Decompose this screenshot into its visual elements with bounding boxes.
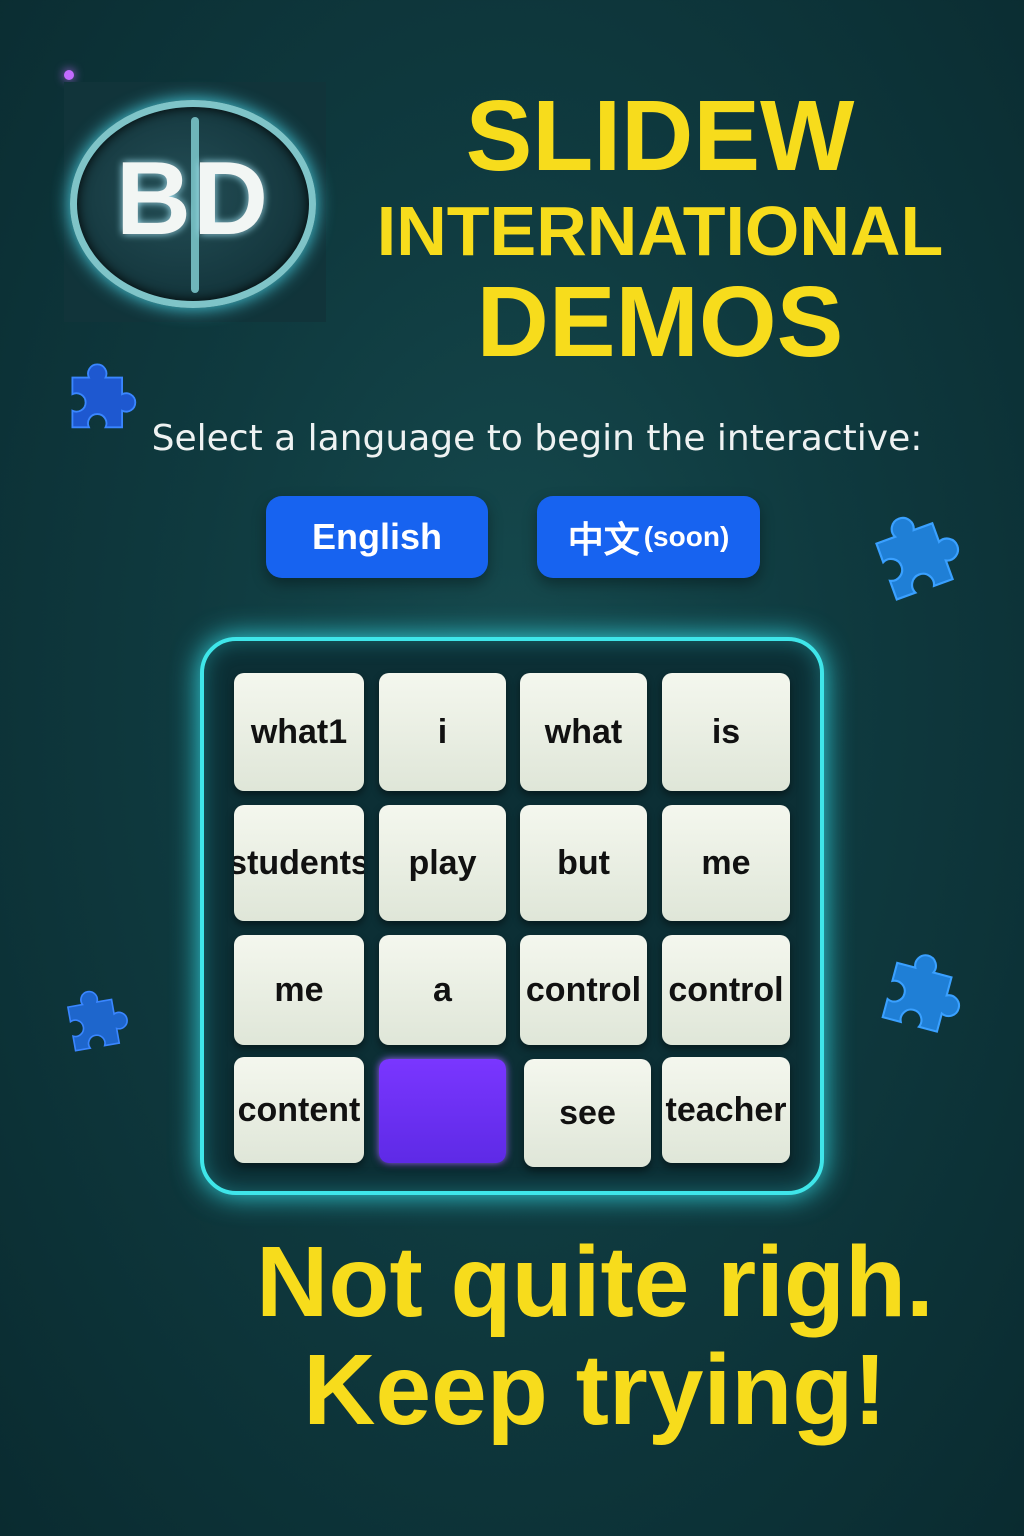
chinese-button-note: (soon) <box>643 521 730 552</box>
word-tile[interactable]: students <box>234 805 364 921</box>
puzzle-board: what1 i what is students play but me me … <box>200 637 824 1195</box>
word-tile[interactable]: control <box>520 935 647 1045</box>
word-tile[interactable]: what1 <box>234 673 364 791</box>
english-button-label: English <box>311 516 442 557</box>
page-title-line-2: INTERNATIONAL <box>376 192 944 270</box>
feedback-message-line-1: Not quite righ. <box>256 1226 934 1338</box>
word-tile[interactable]: play <box>379 805 506 921</box>
word-tile[interactable]: me <box>234 935 364 1045</box>
logo-badge: BD <box>70 100 316 308</box>
english-button[interactable]: English <box>266 496 488 578</box>
word-tile[interactable]: teacher <box>662 1057 790 1163</box>
highlighted-tile[interactable] <box>379 1059 506 1163</box>
chinese-button-label: 中文 <box>567 519 640 560</box>
word-tile[interactable]: but <box>520 805 647 921</box>
page-title-line-1: SLIDEW <box>465 80 855 192</box>
word-tile[interactable]: content <box>234 1057 364 1163</box>
puzzle-piece-icon <box>875 516 960 601</box>
word-tile[interactable]: a <box>379 935 506 1045</box>
feedback-message-line-2: Keep trying! <box>303 1334 887 1446</box>
chinese-button[interactable]: 中文 (soon) <box>537 496 760 578</box>
word-tile[interactable]: me <box>662 805 790 921</box>
logo-text: BD <box>115 141 271 257</box>
language-prompt: Select a language to begin the interacti… <box>151 418 923 459</box>
word-tile[interactable]: what <box>520 673 647 791</box>
page-title-line-3: DEMOS <box>476 266 844 378</box>
puzzle-piece-icon <box>881 954 961 1033</box>
word-tile[interactable]: i <box>379 673 506 791</box>
word-tile[interactable]: control <box>662 935 790 1045</box>
sparkle-icon <box>64 70 74 80</box>
word-tile[interactable]: see <box>524 1059 651 1167</box>
logo: BD <box>64 82 326 322</box>
word-tile[interactable]: is <box>662 673 790 791</box>
puzzle-piece-icon <box>66 990 128 1052</box>
